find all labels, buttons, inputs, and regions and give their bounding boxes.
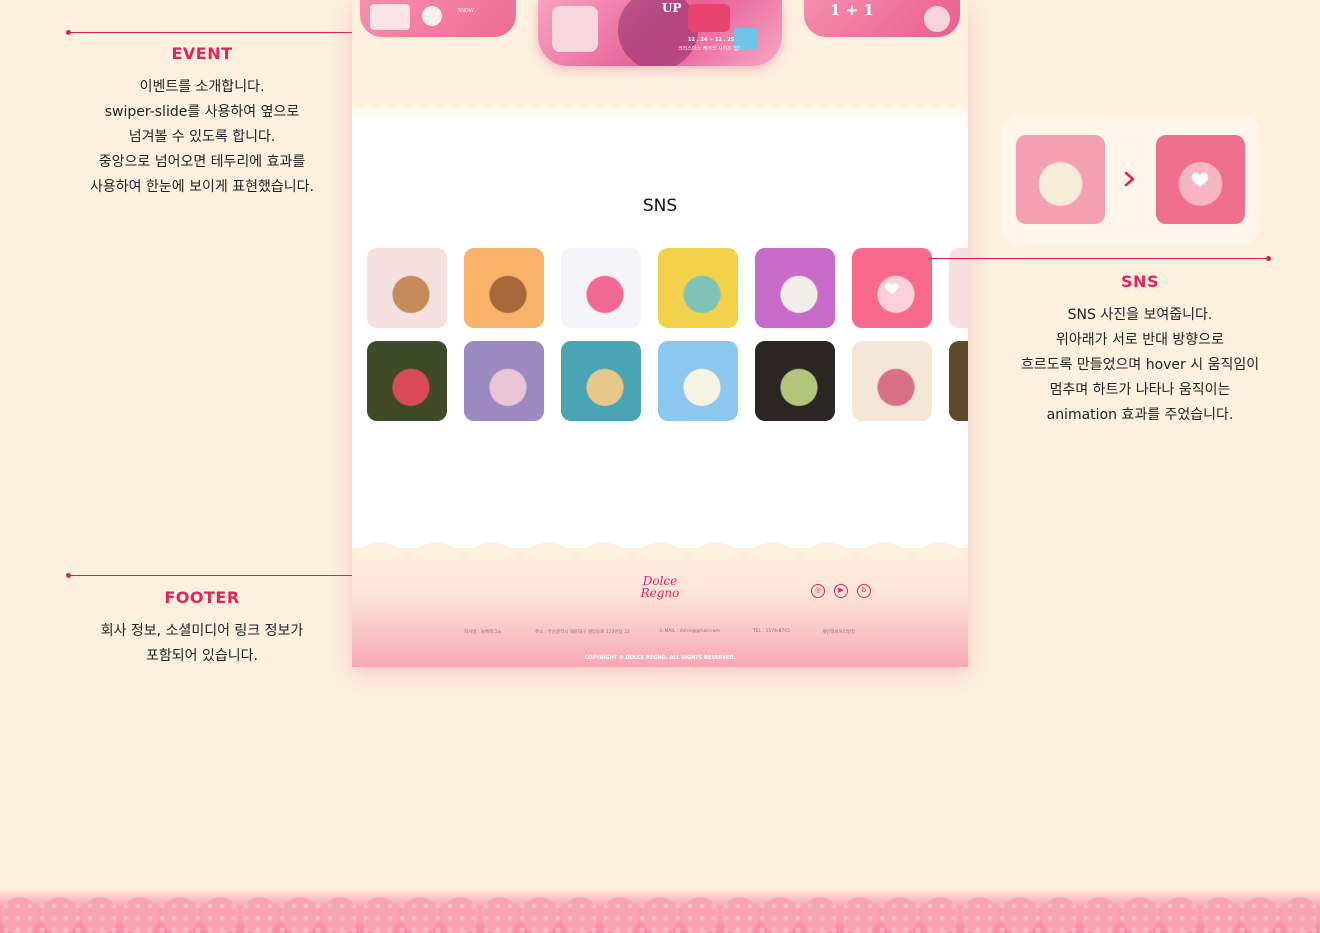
desc-line: 흐르도록 만들었으며 hover 시 움직임이 [1020, 357, 1260, 373]
footer-leader-line [69, 575, 372, 576]
event-center-sub: 크리스마스 케이크 사이즈 업! [678, 46, 740, 52]
heart-icon [885, 283, 899, 294]
footer-wave [352, 540, 968, 560]
desc-line: 사용하여 한눈에 보이게 표현했습니다. [90, 179, 314, 195]
partial-photo[interactable] [949, 248, 968, 328]
desc-line: SNS 사진을 보여줍니다. [1067, 307, 1213, 323]
event-annotation: EVENT 이벤트를 소개합니다. swiper-slide를 사용하여 옆으로… [62, 44, 342, 200]
cake-image [688, 4, 730, 32]
desc-line: 포함되어 있습니다. [146, 648, 258, 664]
cookie-scoops-photo[interactable] [464, 248, 544, 328]
footer-company: 회사명 : 돌체레그노 [464, 630, 502, 635]
desc-line: 회사 정보, 소셜미디어 링크 정보가 [100, 623, 304, 639]
event-right-label: 1 + 1 [830, 1, 874, 19]
desc-line: 이벤트를 소개합니다. [139, 79, 265, 95]
sns-leader-dot [1266, 256, 1271, 261]
sns-annotation-desc: SNS 사진을 보여줍니다. 위아래가 서로 반대 방향으로 흐르도록 만들었으… [1000, 303, 1280, 428]
event-annotation-desc: 이벤트를 소개합니다. swiper-slide를 사용하여 옆으로 넘겨볼 수… [62, 75, 342, 200]
footer-tel: TEL : 1574-8765 [753, 629, 791, 634]
hover-before-image [1016, 135, 1105, 224]
event-leader-line [69, 32, 369, 33]
footer-annotation-desc: 회사 정보, 소셜미디어 링크 정보가 포함되어 있습니다. [62, 619, 342, 669]
gift-box-image [370, 4, 410, 30]
desc-line: 멈추며 하트가 나타나 움직이는 [1049, 382, 1231, 398]
gelato-tubs-photo[interactable] [852, 341, 932, 421]
cookies-cream-cup-photo[interactable] [755, 248, 835, 328]
chevron-right-icon [1124, 171, 1135, 187]
instagram-icon[interactable]: ◎ [811, 584, 825, 598]
pistachio-cone-photo[interactable] [755, 341, 835, 421]
lace-divider [352, 96, 968, 120]
sundae-cone-photo[interactable] [367, 248, 447, 328]
logo-line-2: Regno [640, 586, 680, 600]
bottom-lace-pattern [0, 900, 1320, 933]
event-center-date: 12 . 24 ~ 12 . 25 [688, 37, 735, 43]
icecream-cup-image [552, 6, 598, 52]
footer-logo[interactable]: Dolce Regno [632, 575, 688, 599]
gelato-trays-photo[interactable] [658, 248, 738, 328]
desc-line: 위아래가 서로 반대 방향으로 [1056, 332, 1224, 348]
pink-cone-photo[interactable] [561, 248, 641, 328]
desc-line: 중앙으로 넘어오면 테두리에 효과를 [98, 154, 306, 170]
event-card-right[interactable]: 1 + 1 [804, 0, 960, 37]
heart-icon [1191, 172, 1209, 187]
hover-preview-card [1001, 115, 1260, 244]
sns-heading: SNS [642, 196, 678, 216]
site-footer [352, 548, 968, 667]
desc-line: swiper-slide를 사용하여 옆으로 [104, 104, 300, 120]
scoop-image [924, 6, 950, 32]
hover-after-image [1156, 135, 1245, 224]
partial-photo[interactable] [949, 341, 968, 421]
event-card-center[interactable]: UP 12 . 24 ~ 12 . 25 크리스마스 케이크 사이즈 업! [538, 0, 782, 66]
site-mockup: SNOW UP 12 . 24 ~ 12 . 25 크리스마스 케이크 사이즈 … [352, 0, 968, 667]
glow-decoration [618, 0, 698, 66]
footer-annotation: FOOTER 회사 정보, 소셜미디어 링크 정보가 포함되어 있습니다. [62, 588, 342, 669]
sns-annotation-title: SNS [1121, 272, 1159, 291]
cup-image [422, 6, 442, 26]
event-card-left[interactable]: SNOW [360, 0, 516, 37]
event-annotation-title: EVENT [171, 44, 233, 63]
footer-annotation-title: FOOTER [164, 588, 240, 607]
desc-line: animation 효과를 주었습니다. [1046, 407, 1234, 423]
event-center-label: UP [662, 1, 682, 15]
footer-copyright: COPYRIGHT © DOLCE REGNO. ALL RIGHTS RESE… [584, 655, 736, 661]
hands-cones-photo[interactable] [561, 341, 641, 421]
event-left-label: SNOW [458, 8, 474, 14]
sns-annotation: SNS SNS 사진을 보여줍니다. 위아래가 서로 반대 방향으로 흐르도록 … [1000, 272, 1280, 428]
berries-table-photo[interactable] [367, 341, 447, 421]
desc-line: 넘겨볼 수 있도록 합니다. [128, 129, 276, 145]
vanilla-bowl-photo[interactable] [658, 341, 738, 421]
sns-leader-line [930, 258, 1268, 259]
blog-icon[interactable]: b [857, 584, 871, 598]
youtube-icon[interactable]: ▶ [834, 584, 848, 598]
strawberry-cones-photo[interactable] [464, 341, 544, 421]
footer-address: 주소 : 부산광역시 해운대구 센텀동로 123번길 22 [535, 630, 630, 635]
footer-email[interactable]: E-MAIL : dolce@gmail.com [660, 629, 720, 634]
footer-privacy-link[interactable]: 개인정보처리방침 [822, 629, 855, 635]
strawberry-scoop-photo[interactable] [852, 248, 932, 328]
